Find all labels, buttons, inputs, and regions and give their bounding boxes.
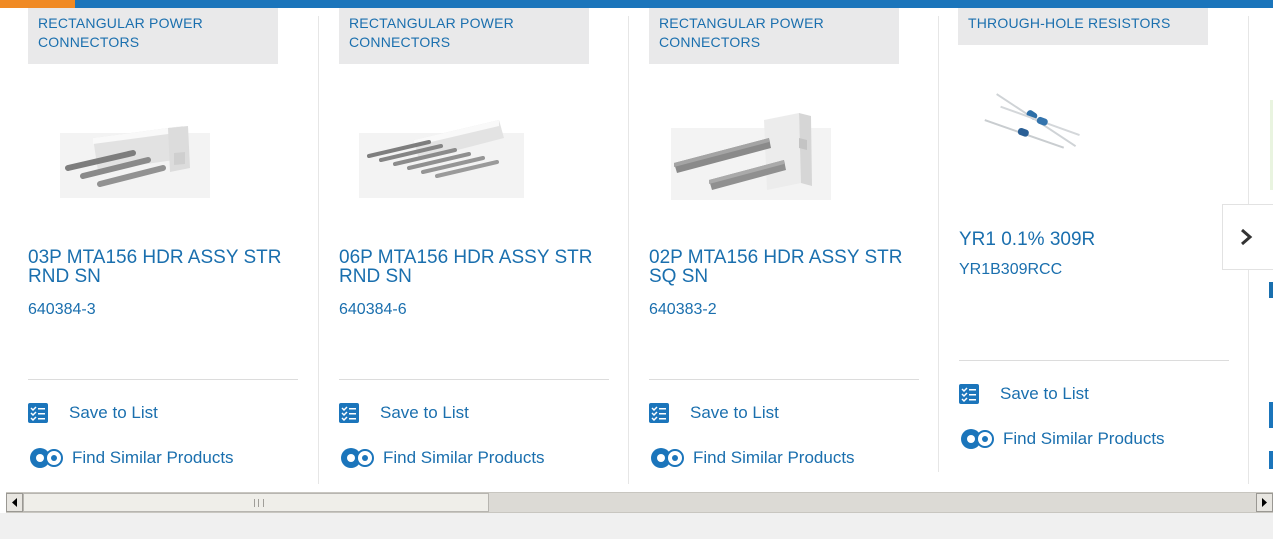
card-separator — [959, 360, 1229, 361]
part-number-link[interactable]: YR1B309RCC — [959, 261, 1062, 279]
find-similar-label: Find Similar Products — [72, 448, 234, 467]
horizontal-scrollbar[interactable] — [6, 492, 1273, 513]
arrow-left-icon — [12, 498, 17, 507]
card-separator — [649, 379, 919, 380]
product-name-link[interactable]: 02P MTA156 HDR ASSY STR SQ SN — [649, 248, 909, 286]
category-label[interactable]: RECTANGULAR POWER CONNECTORS — [339, 8, 589, 64]
product-name-link[interactable]: 03P MTA156 HDR ASSY STR RND SN — [28, 248, 288, 286]
gears-icon — [341, 448, 374, 468]
find-similar-label: Find Similar Products — [693, 448, 855, 467]
scrollbar-thumb[interactable] — [23, 493, 489, 512]
gears-icon — [961, 429, 994, 449]
checklist-icon — [339, 403, 359, 423]
product-name-link[interactable]: YR1 0.1% 309R — [959, 230, 1219, 249]
save-to-list-button[interactable]: Save to List — [649, 403, 779, 423]
find-similar-button[interactable]: Find Similar Products — [339, 446, 545, 470]
connector-6pin-image[interactable] — [349, 98, 539, 208]
save-to-list-button[interactable]: Save to List — [339, 403, 469, 423]
find-similar-button[interactable]: Find Similar Products — [28, 446, 234, 470]
category-label[interactable]: RECTANGULAR POWER CONNECTORS — [28, 8, 278, 64]
scrollbar-grip — [254, 499, 264, 507]
scroll-left-button[interactable] — [6, 493, 23, 512]
connector-3pin-image[interactable] — [38, 98, 228, 208]
checklist-icon — [28, 403, 48, 423]
find-similar-button[interactable]: Find Similar Products — [649, 446, 855, 470]
partial-card-name — [1269, 282, 1273, 298]
checklist-icon — [959, 384, 979, 404]
card-divider — [318, 16, 319, 484]
arrow-right-icon — [1262, 498, 1267, 507]
category-label[interactable]: THROUGH-HOLE RESISTORS — [958, 8, 1208, 45]
carousel-next-button[interactable] — [1222, 204, 1273, 270]
product-card: RECTANGULAR POWER CONNECTORS 03P MTA156 … — [28, 8, 298, 484]
save-to-list-label: Save to List — [1000, 384, 1089, 403]
part-number-link[interactable]: 640383-2 — [649, 301, 717, 319]
save-to-list-button[interactable]: Save to List — [28, 403, 158, 423]
find-similar-label: Find Similar Products — [1003, 429, 1165, 448]
partial-checklist-icon — [1269, 402, 1273, 428]
page-bottom-area — [0, 513, 1273, 539]
top-accent-bar — [0, 0, 1273, 8]
save-to-list-label: Save to List — [380, 403, 469, 422]
part-number-link[interactable]: 640384-3 — [28, 301, 96, 319]
partial-gears-icon — [1269, 451, 1273, 469]
find-similar-label: Find Similar Products — [383, 448, 545, 467]
connector-2pin-image[interactable] — [659, 98, 849, 208]
product-card: THROUGH-HOLE RESISTORS YR1 0.1% 309R YR1… — [958, 8, 1229, 484]
checklist-icon — [649, 403, 669, 423]
resistor-image[interactable] — [969, 78, 1119, 178]
product-name-link[interactable]: 06P MTA156 HDR ASSY STR RND SN — [339, 248, 599, 286]
product-carousel: RECTANGULAR POWER CONNECTORS 03P MTA156 … — [0, 8, 1273, 484]
part-number-link[interactable]: 640384-6 — [339, 301, 407, 319]
card-separator — [28, 379, 298, 380]
save-to-list-button[interactable]: Save to List — [959, 384, 1089, 404]
card-separator — [339, 379, 609, 380]
card-divider — [938, 16, 939, 472]
chevron-right-icon — [1241, 228, 1253, 246]
product-card: RECTANGULAR POWER CONNECTORS 02P MTA156 … — [649, 8, 919, 484]
gears-icon — [651, 448, 684, 468]
save-to-list-label: Save to List — [69, 403, 158, 422]
product-card: RECTANGULAR POWER CONNECTORS 06P MTA156 … — [339, 8, 609, 484]
save-to-list-label: Save to List — [690, 403, 779, 422]
find-similar-button[interactable]: Find Similar Products — [959, 427, 1165, 451]
top-accent-orange — [0, 0, 75, 8]
category-label[interactable]: RECTANGULAR POWER CONNECTORS — [649, 8, 899, 64]
gears-icon — [30, 448, 63, 468]
scroll-right-button[interactable] — [1256, 493, 1273, 512]
card-divider — [628, 16, 629, 484]
